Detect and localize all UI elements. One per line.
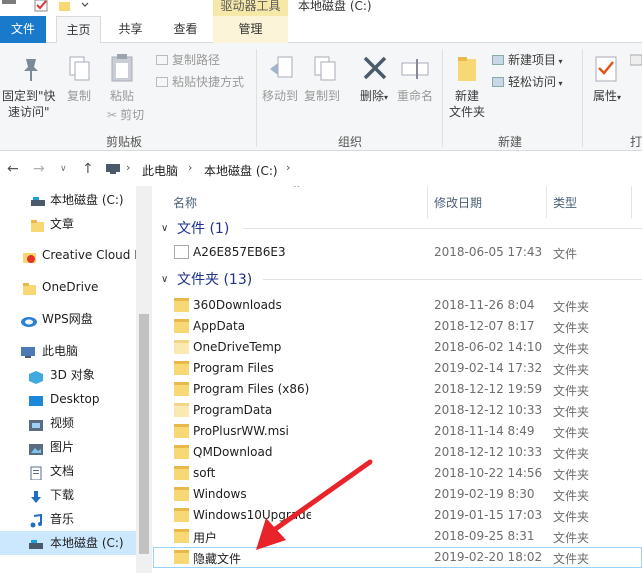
annotation-arrow-icon bbox=[256, 459, 373, 550]
